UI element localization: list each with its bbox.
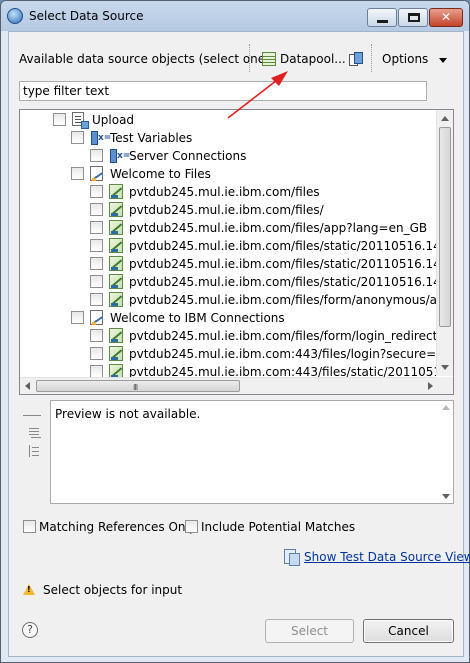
dialog-body: Available data source objects (select on…	[8, 31, 470, 657]
tree-item-checkbox[interactable]	[90, 203, 103, 216]
tree-item-label: pvtdub245.mul.ie.ibm.com/files/static/20…	[129, 275, 453, 289]
select-data-source-dialog: Select Data Source ✕ Available data sour…	[0, 0, 470, 663]
checkbox[interactable]	[23, 520, 36, 533]
cancel-button[interactable]: Cancel	[363, 619, 454, 643]
help-button[interactable]: ?	[22, 622, 38, 638]
toolbar-separator	[249, 44, 250, 72]
select-button[interactable]: Select	[265, 619, 354, 643]
window-title: Select Data Source	[29, 9, 144, 23]
preview-scrollbar[interactable]	[438, 401, 453, 503]
tree-item-checkbox[interactable]	[90, 275, 103, 288]
tree-item-label: pvtdub245.mul.ie.ibm.com/files/static/20…	[129, 257, 453, 271]
upload-test-icon	[72, 112, 89, 129]
data-source-view-icon	[284, 549, 300, 566]
datapool-button[interactable]: Datapool...	[260, 48, 346, 70]
copy-icon-front	[354, 52, 363, 64]
toolbar-separator	[371, 44, 372, 72]
tree-item-checkbox[interactable]	[90, 347, 103, 360]
datapool-label: Datapool...	[280, 52, 346, 66]
tree-item-label: pvtdub245.mul.ie.ibm.com/files/app?lang=…	[129, 221, 428, 235]
request-icon	[109, 328, 123, 343]
horizontal-scrollbar[interactable]: III	[20, 377, 438, 394]
available-objects-label: Available data source objects (select on…	[19, 52, 274, 66]
request-icon	[109, 274, 123, 289]
filter-input[interactable]	[19, 81, 427, 101]
title-bar[interactable]: Select Data Source ✕	[1, 1, 469, 31]
page-icon	[90, 310, 103, 325]
scroll-left-icon[interactable]	[25, 382, 30, 390]
tree-item-checkbox[interactable]	[90, 239, 103, 252]
tree-item-label: pvtdub245.mul.ie.ibm.com:443/files/login…	[129, 347, 453, 361]
request-icon	[109, 238, 123, 253]
copy-button[interactable]	[349, 52, 365, 68]
tree-item-checkbox[interactable]	[53, 113, 66, 126]
include-potential-matches-label: Include Potential Matches	[201, 520, 356, 534]
request-icon	[109, 202, 123, 217]
preview-text: Preview is not available.	[55, 407, 201, 421]
divider	[23, 415, 41, 416]
tree-item-label: pvtdub245.mul.ie.ibm.com/files/form/anon…	[129, 293, 454, 307]
minimize-icon	[377, 20, 388, 23]
close-icon: ✕	[440, 10, 452, 24]
warning-icon	[23, 584, 35, 595]
vertical-scrollbar[interactable]	[436, 110, 453, 376]
scroll-down-icon[interactable]	[442, 494, 450, 499]
page-icon	[90, 166, 103, 181]
tree-item-checkbox[interactable]	[90, 149, 103, 162]
request-icon	[109, 220, 123, 235]
hscroll-thumb[interactable]: III	[36, 380, 240, 392]
scrollbar-corner	[436, 377, 453, 394]
request-icon	[109, 256, 123, 271]
tree-item-label: Welcome to IBM Connections	[110, 311, 285, 325]
options-menu-button[interactable]: Options	[382, 48, 450, 70]
scroll-up-icon[interactable]	[442, 405, 450, 410]
tree-item-label: pvtdub245.mul.ie.ibm.com/files/static/20…	[129, 239, 453, 253]
tree-item-checkbox[interactable]	[90, 257, 103, 270]
options-label: Options	[382, 52, 429, 66]
preview-box: Preview is not available.	[50, 400, 454, 504]
tree-item-checkbox[interactable]	[90, 329, 103, 342]
tree-item-checkbox[interactable]	[90, 221, 103, 234]
maximize-button[interactable]	[398, 8, 428, 27]
matching-references-label: Matching References Only	[39, 520, 196, 534]
scroll-down-icon[interactable]	[441, 365, 449, 370]
tree-item-label: Server Connections	[129, 149, 247, 163]
tree-item-label: pvtdub245.mul.ie.ibm.com/files/form/logi…	[129, 329, 454, 343]
show-view-label[interactable]: Show Test Data Source View	[304, 550, 470, 564]
scroll-right-icon[interactable]	[428, 382, 433, 390]
data-source-tree[interactable]: Upload Test Variables Server Connections We…	[19, 109, 454, 395]
tree-item-checkbox[interactable]	[71, 167, 84, 180]
close-button[interactable]: ✕	[429, 8, 463, 27]
request-icon	[109, 292, 123, 307]
tree-item-checkbox[interactable]	[71, 131, 84, 144]
request-icon	[109, 184, 123, 199]
tree-item-label: pvtdub245.mul.ie.ibm.com/files	[129, 185, 320, 199]
collapse-all-icon[interactable]	[29, 427, 39, 437]
request-icon	[109, 346, 123, 361]
scroll-up-icon[interactable]	[441, 116, 449, 121]
tree-item-checkbox[interactable]	[90, 185, 103, 198]
tree-item-label: Welcome to Files	[110, 167, 211, 181]
chevron-down-icon	[439, 58, 447, 63]
tree-item-label: Test Variables	[110, 131, 193, 145]
minimize-button[interactable]	[367, 8, 397, 27]
status-text: Select objects for input	[43, 583, 183, 597]
tree-item-checkbox[interactable]	[71, 311, 84, 324]
app-icon	[7, 8, 23, 24]
variables-icon	[109, 148, 130, 164]
maximize-icon	[408, 13, 420, 22]
preview-panel: Preview is not available.	[19, 400, 454, 510]
tree-item-label: pvtdub245.mul.ie.ibm.com/files/	[129, 203, 324, 217]
variables-icon	[90, 130, 111, 146]
datapool-icon	[262, 52, 276, 66]
scroll-thumb[interactable]	[439, 127, 451, 327]
tree-view-icon[interactable]	[29, 445, 39, 457]
checkbox[interactable]	[185, 520, 198, 533]
tree-item-checkbox[interactable]	[90, 293, 103, 306]
tree-item-label: Upload	[92, 113, 135, 127]
scroll-grip: III	[133, 383, 138, 392]
